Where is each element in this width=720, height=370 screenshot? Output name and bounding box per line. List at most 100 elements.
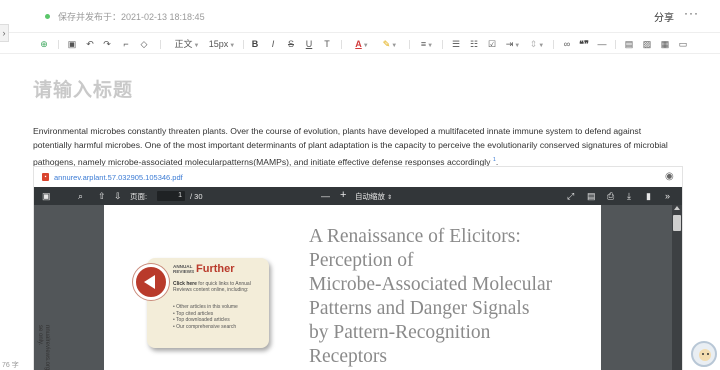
- save-status-text: 保存并发布于：2021-02-13 18:18:45: [58, 12, 205, 22]
- pdf-side-note: nnualreviews.org se only.: [37, 325, 50, 370]
- toolbar-divider: [58, 40, 59, 49]
- chevron-down-icon: ▼: [229, 43, 236, 49]
- font-color-label: A: [355, 39, 362, 49]
- further-description: Click here for quick links to Annual Rev…: [173, 281, 265, 294]
- text-background-button[interactable]: T: [321, 37, 333, 51]
- table-icon[interactable]: ▦: [659, 37, 671, 51]
- previous-page-icon[interactable]: ⇧: [98, 190, 106, 202]
- list-item: • Other articles in this volume: [173, 304, 238, 310]
- attachment-icon[interactable]: ▤: [623, 37, 635, 51]
- font-color-button[interactable]: A▼: [353, 37, 371, 51]
- scroll-up-icon[interactable]: [674, 206, 680, 210]
- article-title: A Renaissance of Elicitors: Perception o…: [309, 225, 599, 369]
- mascot-eye-icon: [707, 353, 709, 355]
- redo-icon[interactable]: ↷: [101, 37, 113, 51]
- next-page-icon[interactable]: ⇩: [114, 190, 122, 202]
- page-total: / 30: [190, 192, 203, 201]
- pdf-attachment-header: ▪ annurev.arplant.57.032905.105346.pdf ◉: [34, 167, 682, 187]
- reviews-label: REVIEWS: [173, 269, 195, 274]
- preview-eye-icon[interactable]: ◉: [665, 171, 674, 182]
- highlight-icon: ✎: [382, 39, 391, 49]
- font-size-label: 15px: [208, 39, 229, 49]
- toolbar-divider: [409, 40, 410, 49]
- share-button[interactable]: 分享: [654, 9, 674, 24]
- bookmark-icon[interactable]: ▮: [646, 190, 651, 202]
- numbered-list-icon[interactable]: ☷: [468, 37, 480, 51]
- link-icon[interactable]: ∞: [561, 37, 573, 51]
- assistant-mascot-avatar[interactable]: [691, 341, 717, 367]
- article-title-line: by Pattern-Recognition: [309, 322, 491, 343]
- print-icon[interactable]: ⎙: [607, 190, 614, 202]
- insert-icon[interactable]: ⊕: [38, 37, 50, 51]
- chevron-down-icon: ▼: [193, 43, 200, 49]
- pdf-scrollbar[interactable]: [672, 205, 682, 370]
- chevron-down-icon: ▼: [514, 43, 521, 49]
- chevron-down-icon: ▼: [538, 43, 545, 49]
- bold-button[interactable]: B: [250, 37, 260, 51]
- checklist-icon[interactable]: ☑: [486, 37, 498, 51]
- italic-button[interactable]: I: [268, 37, 278, 51]
- document-title-input[interactable]: 请输入标题: [33, 75, 133, 102]
- chevron-updown-icon: ⇕: [387, 195, 393, 201]
- open-file-icon[interactable]: ▤: [587, 190, 596, 202]
- list-item: • Our comprehensive search: [173, 323, 237, 330]
- sidebar-toggle-icon[interactable]: ▣: [42, 190, 51, 202]
- further-annual-reviews-card[interactable]: ANNUAL REVIEWS Further Click here for qu…: [133, 258, 269, 348]
- toolbar-divider: [341, 40, 342, 49]
- folder-icon[interactable]: ▭: [677, 37, 689, 51]
- search-icon[interactable]: ⌕: [78, 190, 83, 202]
- zoom-in-icon[interactable]: +: [340, 189, 346, 201]
- saved-indicator-icon: [45, 14, 50, 19]
- pdf-file-icon: ▪: [42, 173, 49, 181]
- highlight-button[interactable]: ✎▼: [380, 37, 400, 51]
- annual-reviews-label: ANNUAL REVIEWS: [173, 264, 194, 274]
- pdf-page: A Renaissance of Elicitors: Perception o…: [104, 205, 601, 370]
- paragraph-style-label: 正文: [174, 39, 193, 49]
- strikethrough-button[interactable]: S: [286, 37, 296, 51]
- further-links-list: • Other articles in this volume • Top ci…: [173, 304, 265, 330]
- chevron-down-icon: ▼: [427, 43, 434, 49]
- editor-page: 保存并发布于：2021-02-13 18:18:45 分享 ··· › ⊕ ▣ …: [0, 0, 720, 370]
- bullet-list-icon[interactable]: ☰: [450, 37, 462, 51]
- save-icon[interactable]: ▣: [66, 37, 78, 51]
- quote-icon[interactable]: ❝❞: [578, 37, 590, 51]
- download-icon[interactable]: ⤓: [627, 190, 631, 202]
- mascot-eye-icon: [702, 353, 704, 355]
- click-here-link[interactable]: Click here: [173, 281, 197, 287]
- line-height-select[interactable]: ⇕▼: [527, 37, 547, 51]
- top-status-bar: 保存并发布于：2021-02-13 18:18:45 分享 ···: [0, 0, 720, 33]
- zoom-label: 自动缩放: [355, 192, 385, 201]
- undo-icon[interactable]: ↶: [84, 37, 96, 51]
- toolbar-divider: [442, 40, 443, 49]
- article-title-line: Receptors: [309, 346, 387, 367]
- presentation-mode-icon[interactable]: ⤢: [567, 190, 574, 202]
- pdf-viewer-toolbar: ▣ ⌕ ⇧ ⇩ 页面: 1 / 30 — + 自动缩放 ⇕ ⤢ ▤ ⎙ ⤓ ▮ …: [34, 187, 682, 205]
- font-size-select[interactable]: 15px▼: [208, 37, 236, 51]
- more-options-button[interactable]: ···: [684, 6, 699, 20]
- clear-format-icon[interactable]: ◇: [138, 37, 150, 51]
- indent-select[interactable]: ⇥▼: [503, 37, 523, 51]
- chevron-down-icon: ▼: [391, 43, 398, 49]
- mascot-face-icon: [699, 349, 711, 361]
- page-number-input[interactable]: 1: [157, 191, 185, 201]
- underline-button[interactable]: U: [304, 37, 314, 51]
- image-icon[interactable]: ▨: [641, 37, 653, 51]
- scrollbar-thumb[interactable]: [673, 215, 681, 231]
- format-painter-icon[interactable]: ⌐: [120, 37, 132, 51]
- article-title-line: Microbe-Associated Molecular: [309, 274, 553, 295]
- paragraph-style-select[interactable]: 正文▼: [174, 37, 200, 51]
- annual-reviews-logo-icon: [133, 264, 169, 300]
- zoom-out-icon[interactable]: —: [321, 190, 330, 202]
- toolbar-divider: [243, 40, 244, 49]
- article-title-line: Patterns and Danger Signals: [309, 298, 530, 319]
- tools-menu-icon[interactable]: »: [665, 190, 670, 202]
- zoom-select[interactable]: 自动缩放 ⇕: [355, 191, 392, 202]
- toolbar-divider: [553, 40, 554, 49]
- word-count: 76 字: [2, 362, 19, 369]
- paragraph-text: Environmental microbes constantly threat…: [33, 126, 668, 167]
- align-select[interactable]: ≡▼: [417, 37, 437, 51]
- pdf-filename-link[interactable]: annurev.arplant.57.032905.105346.pdf: [54, 173, 183, 182]
- body-paragraph[interactable]: Environmental microbes constantly threat…: [33, 124, 681, 169]
- list-item: • Top cited articles: [173, 310, 214, 317]
- horizontal-rule-icon[interactable]: —: [596, 37, 608, 51]
